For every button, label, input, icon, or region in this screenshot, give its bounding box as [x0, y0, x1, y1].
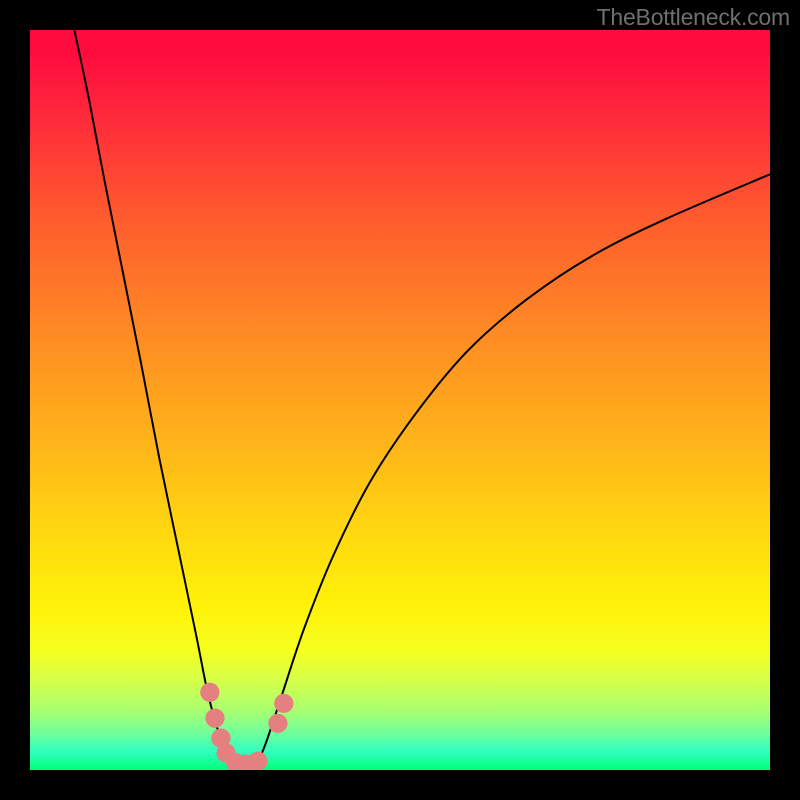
curve-svg: [30, 30, 770, 770]
left-branch-curve: [74, 30, 231, 763]
right-branch-curve: [258, 174, 770, 762]
highlight-dot: [268, 714, 287, 733]
plot-area: [30, 30, 770, 770]
highlight-dot: [248, 752, 267, 771]
highlight-dot: [274, 694, 293, 713]
highlight-dots-group: [200, 683, 293, 770]
highlight-dot: [200, 683, 219, 702]
watermark-text: TheBottleneck.com: [597, 4, 790, 31]
highlight-dot: [205, 709, 224, 728]
chart-frame: TheBottleneck.com: [0, 0, 800, 800]
